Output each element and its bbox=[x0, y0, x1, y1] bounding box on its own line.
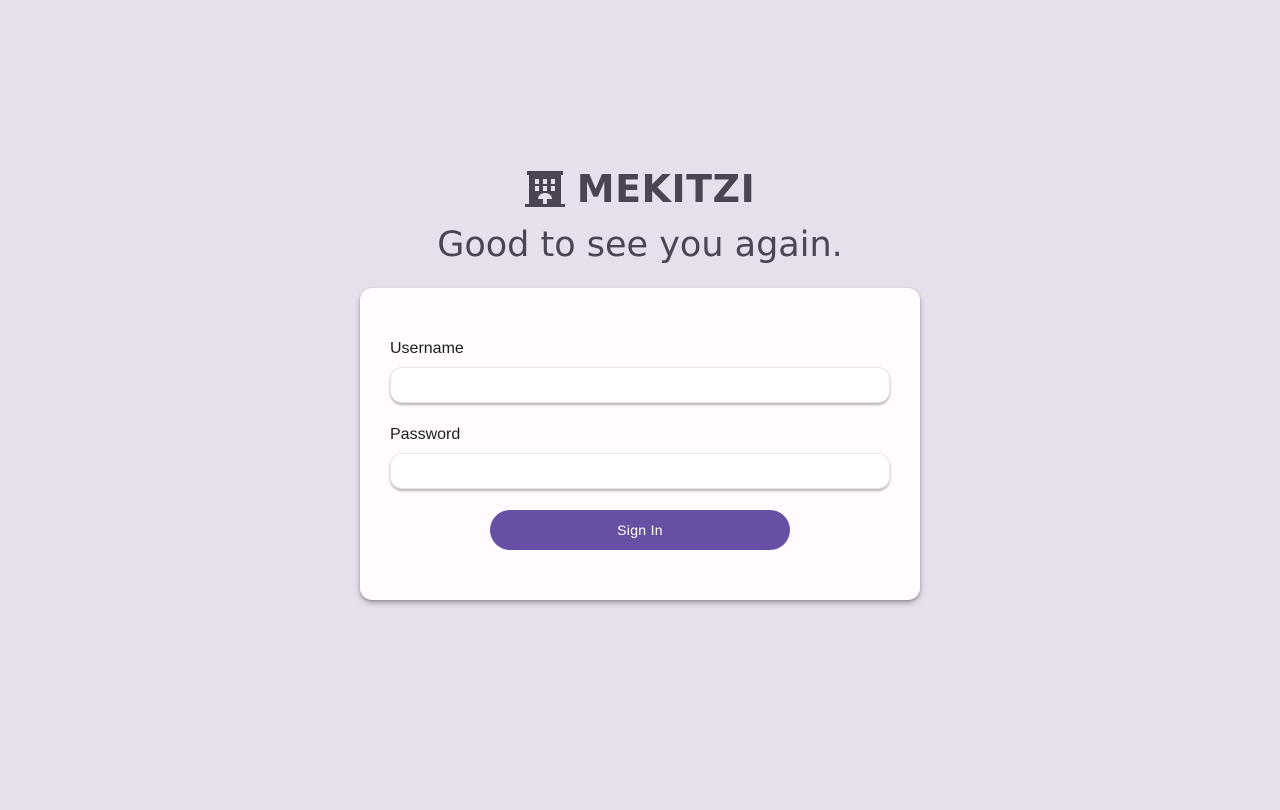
username-label: Username bbox=[390, 340, 464, 357]
password-input[interactable] bbox=[390, 453, 890, 489]
building-icon bbox=[524, 171, 565, 207]
login-card: Username Password Sign In bbox=[360, 288, 920, 600]
sign-in-button[interactable]: Sign In bbox=[490, 510, 790, 550]
brand-name: MEKITZI bbox=[576, 167, 756, 211]
page-title: Good to see you again. bbox=[437, 225, 843, 265]
brand-header: MEKITZI bbox=[0, 166, 1280, 212]
username-input[interactable] bbox=[390, 367, 890, 403]
password-label: Password bbox=[390, 426, 461, 443]
